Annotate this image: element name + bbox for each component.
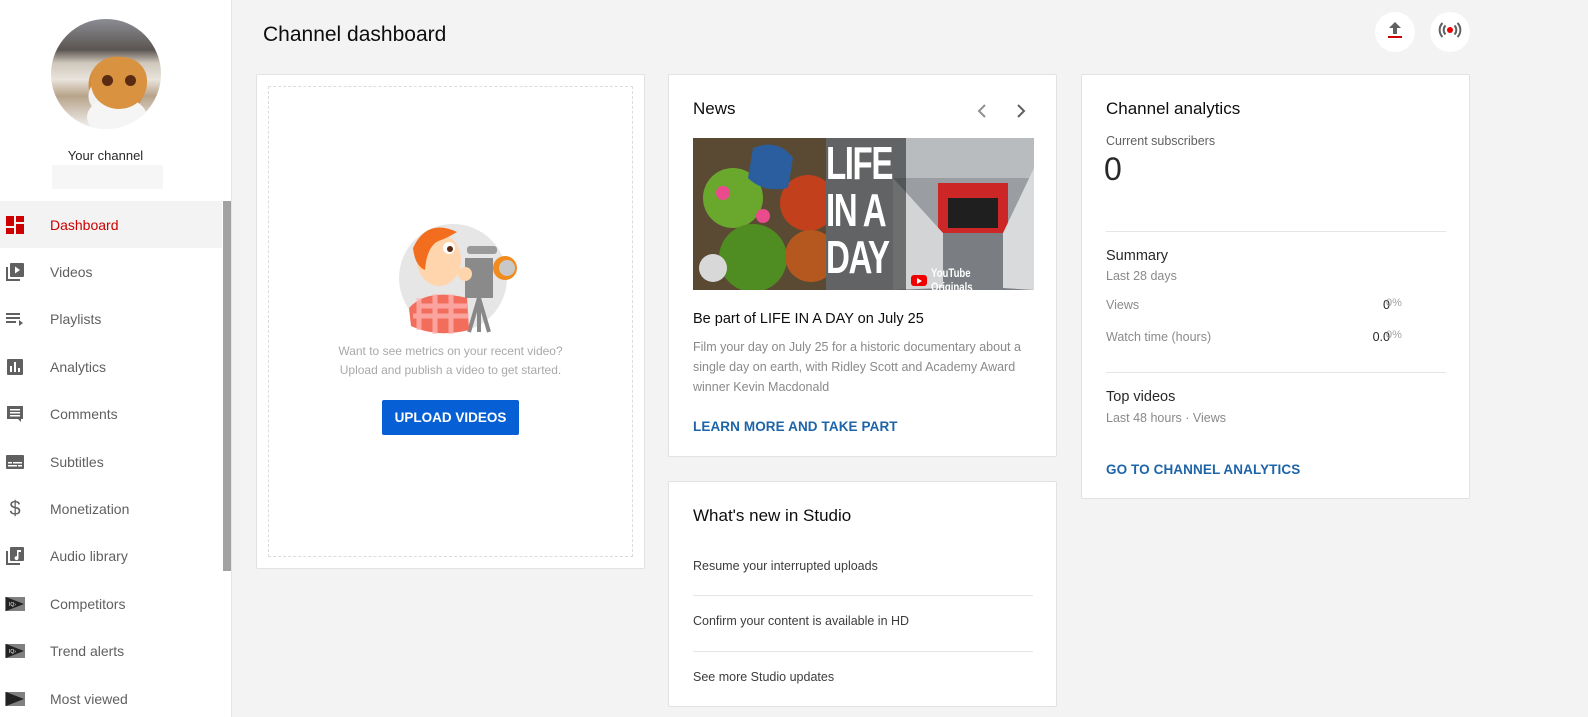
- channel-analytics-title: Channel analytics: [1106, 99, 1241, 118]
- youtube-originals-badge: YouTube Originals: [911, 266, 1034, 290]
- sidebar-item-most-viewed[interactable]: Most viewed: [0, 675, 222, 717]
- your-channel-label: Your channel: [67, 148, 144, 163]
- learn-more-link[interactable]: LEARN MORE AND TAKE PART: [693, 419, 898, 434]
- news-headline: Be part of LIFE IN A DAY on July 25: [693, 311, 924, 327]
- top-videos-title: Top videos: [1106, 389, 1176, 405]
- channel-avatar[interactable]: [51, 19, 161, 129]
- watch-time-change: 0%: [1386, 329, 1402, 341]
- sidebar-item-audio-library[interactable]: Audio library: [0, 533, 222, 580]
- channel-analytics-card: Channel analytics Current subscribers 0 …: [1081, 74, 1470, 499]
- summary-title: Summary: [1106, 248, 1169, 264]
- sidebar-nav: Dashboard Videos Playlists Analytics Com…: [0, 201, 222, 717]
- sidebar-item-label: Trend alerts: [50, 643, 125, 660]
- upload-icon: [1385, 20, 1405, 45]
- sidebar-item-comments[interactable]: Comments: [0, 391, 222, 438]
- sidebar-item-label: Dashboard: [50, 216, 119, 233]
- sidebar-item-label: Most viewed: [50, 690, 128, 707]
- dashboard-icon: [5, 215, 25, 235]
- videographer-illustration: [397, 218, 523, 334]
- sidebar-item-competitors[interactable]: IQ› Competitors: [0, 580, 222, 627]
- chevron-left-icon: [977, 104, 986, 118]
- subtitles-icon: [5, 452, 25, 472]
- comments-icon: [5, 404, 25, 424]
- summary-period: Last 28 days: [1106, 269, 1177, 283]
- current-subscribers-label: Current subscribers: [1106, 134, 1216, 148]
- dollar-icon: $: [9, 497, 21, 520]
- divider: [693, 595, 1033, 596]
- whats-new-item[interactable]: Confirm your content is available in HD: [693, 614, 1033, 628]
- chevron-right-icon: [1017, 104, 1026, 118]
- top-videos-period: Last 48 hours · Views: [1106, 411, 1226, 425]
- channel-name-placeholder: [52, 165, 163, 189]
- vidiq-icon: IQ›: [5, 641, 25, 661]
- sidebar-item-subtitles[interactable]: Subtitles: [0, 438, 222, 485]
- sidebar-scrollbar[interactable]: [223, 201, 231, 571]
- news-prev-button[interactable]: [972, 101, 992, 121]
- views-label: Views: [1106, 298, 1140, 312]
- sidebar-item-analytics[interactable]: Analytics: [0, 343, 222, 390]
- views-change: 0%: [1386, 297, 1402, 309]
- news-image-title-line: DAY: [826, 231, 890, 283]
- go-live-button[interactable]: [1430, 12, 1470, 52]
- audio-library-icon: [5, 546, 25, 566]
- sidebar-item-playlists[interactable]: Playlists: [0, 296, 222, 343]
- whats-new-title: What's new in Studio: [693, 506, 852, 525]
- sidebar-item-label: Videos: [50, 264, 93, 281]
- news-next-button[interactable]: [1011, 101, 1031, 121]
- videos-icon: [5, 262, 25, 282]
- sidebar-item-label: Competitors: [50, 595, 126, 612]
- sidebar-item-trend-alerts[interactable]: IQ› Trend alerts: [0, 628, 222, 675]
- upload-message: Want to see metrics on your recent video…: [257, 342, 644, 380]
- news-body: Film your day on July 25 for a historic …: [693, 340, 1021, 394]
- sidebar-item-label: Analytics: [50, 358, 107, 375]
- current-subscribers-value: 0: [1104, 151, 1122, 187]
- news-image[interactable]: LIFE IN A DAY YouTube Originals: [693, 138, 1034, 290]
- sidebar-item-dashboard[interactable]: Dashboard: [0, 201, 222, 249]
- youtube-logo-icon: [911, 274, 927, 286]
- sidebar: Your channel Dashboard Videos Playlists …: [0, 0, 232, 717]
- vidiq-icon: IQ›: [5, 594, 25, 614]
- sidebar-item-label: Subtitles: [50, 453, 104, 470]
- divider: [1106, 372, 1446, 373]
- sidebar-item-videos[interactable]: Videos: [0, 248, 222, 295]
- sidebar-item-label: Comments: [50, 406, 118, 423]
- youtube-originals-text: YouTube Originals: [930, 266, 973, 290]
- svg-text:IQ›: IQ›: [9, 602, 16, 608]
- news-image-title: LIFE IN A DAY: [826, 138, 893, 283]
- upload-videos-button[interactable]: UPLOAD VIDEOS: [382, 400, 519, 435]
- upload-message-line1: Want to see metrics on your recent video…: [338, 344, 563, 358]
- sidebar-item-monetization[interactable]: $ Monetization: [0, 485, 222, 532]
- upload-button[interactable]: [1375, 12, 1415, 52]
- news-image-title-line: LIFE: [826, 138, 893, 189]
- news-title: News: [693, 99, 736, 118]
- svg-text:IQ›: IQ›: [9, 649, 16, 655]
- sidebar-item-label: Monetization: [50, 501, 130, 518]
- news-image-title-line: IN A: [826, 184, 887, 236]
- upload-video-card: Want to see metrics on your recent video…: [256, 74, 645, 569]
- avatar-cat-face: [91, 57, 147, 109]
- analytics-icon: [5, 357, 25, 377]
- whats-new-card: What's new in Studio Resume your interru…: [668, 481, 1057, 707]
- upload-message-line2: Upload and publish a video to get starte…: [339, 363, 562, 377]
- go-to-channel-analytics-link[interactable]: GO TO CHANNEL ANALYTICS: [1106, 462, 1300, 477]
- sidebar-item-label: Playlists: [50, 311, 102, 328]
- sidebar-item-label: Audio library: [50, 548, 128, 565]
- page-title: Channel dashboard: [263, 23, 447, 46]
- whats-new-item[interactable]: See more Studio updates: [693, 670, 1033, 684]
- divider: [1106, 231, 1446, 232]
- watch-time-label: Watch time (hours): [1106, 330, 1212, 344]
- vidiq-icon: [5, 689, 25, 709]
- whats-new-item[interactable]: Resume your interrupted uploads: [693, 559, 1033, 573]
- news-card: News LIFE IN A DAY YouTube Originals Be …: [668, 74, 1057, 457]
- go-live-icon: [1438, 20, 1462, 45]
- playlists-icon: [5, 309, 25, 329]
- divider: [693, 651, 1033, 652]
